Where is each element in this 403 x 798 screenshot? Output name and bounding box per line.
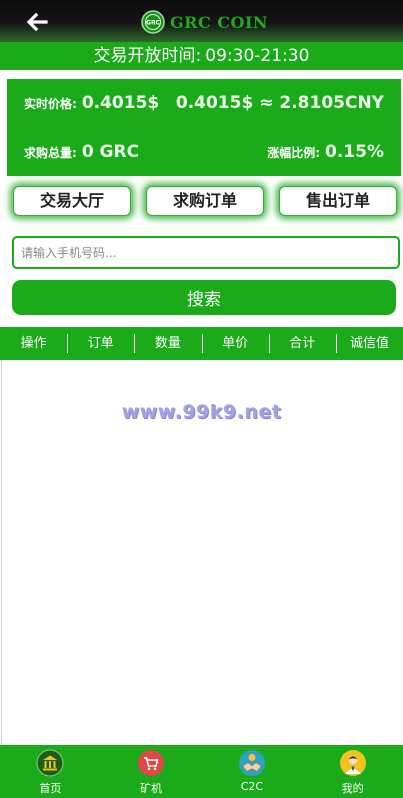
trading-hours-time: 09:30-21:30 [205, 46, 310, 66]
trading-hours-label: 交易开放时间: [93, 46, 202, 66]
realtime-price-value: 0.4015$ [81, 93, 160, 113]
column-header-credit-score: 诚信值 [335, 327, 403, 360]
market-stats-panel: 实时价格: 0.4015$ 0.4015$ ≈ 2.8105CNY 求购总量: … [7, 79, 401, 176]
price-conversion: 0.4015$ ≈ 2.8105CNY [176, 93, 384, 113]
bottom-navigation: 首页 矿机 C2C 我的 [0, 745, 403, 798]
purchase-total: 求购总量: 0 GRC [24, 142, 139, 162]
column-header-action: 操作 [20, 336, 47, 351]
svg-text:GRC: GRC [146, 20, 161, 27]
tab-trading-hall[interactable]: 交易大厅 [13, 186, 131, 216]
change-ratio-value: 0.15% [325, 142, 384, 162]
logo-text: GRC COIN [170, 12, 269, 32]
column-header-quantity: 数量 [134, 327, 201, 360]
nav-home-label: 首页 [39, 782, 62, 795]
arrow-left-icon[interactable] [24, 9, 50, 35]
handshake-icon [238, 750, 265, 776]
nav-home[interactable]: 首页 [0, 745, 101, 798]
nav-profile[interactable]: 我的 [302, 745, 403, 798]
price-conversion-value: 0.4015$ ≈ 2.8105CNY [175, 93, 384, 113]
change-ratio-label: 涨幅比例: [267, 146, 321, 160]
purchase-total-label: 求购总量: [24, 146, 77, 160]
nav-mining-machine-label: 矿机 [140, 782, 163, 795]
trading-hours-bar: 交易开放时间: 09:30-21:30 [0, 42, 403, 70]
nav-c2c-label: C2C [240, 780, 264, 793]
column-header-order: 订单 [67, 327, 134, 360]
realtime-price: 实时价格: 0.4015$ [24, 93, 159, 113]
tab-sell-orders[interactable]: 售出订单 [279, 186, 397, 216]
order-tabs: 交易大厅 求购订单 售出订单 [0, 186, 403, 216]
top-header: GRC GRC COIN [0, 0, 403, 42]
column-header-unit-price: 单价 [201, 327, 269, 360]
order-table-header: 操作 订单 数量 单价 合计 诚信值 [0, 327, 403, 360]
search-button[interactable]: 搜索 [12, 280, 396, 315]
realtime-price-label: 实时价格: [24, 97, 77, 111]
user-avatar-icon [339, 750, 366, 776]
watermark-text: www.99k9.net [121, 401, 282, 423]
app-logo: GRC GRC COIN [141, 9, 268, 35]
grc-coin-logo-icon: GRC [141, 10, 165, 34]
nav-profile-label: 我的 [341, 782, 364, 795]
nav-mining-machine[interactable]: 矿机 [101, 745, 202, 798]
change-ratio: 涨幅比例: 0.15% [267, 142, 384, 162]
column-header-total: 合计 [268, 327, 336, 360]
nav-c2c[interactable]: C2C [202, 745, 303, 798]
phone-search-input[interactable] [12, 236, 400, 269]
bank-icon [36, 749, 64, 777]
shopping-cart-icon [138, 750, 165, 776]
purchase-total-value: 0 GRC [81, 142, 140, 162]
tab-purchase-orders[interactable]: 求购订单 [146, 186, 264, 216]
